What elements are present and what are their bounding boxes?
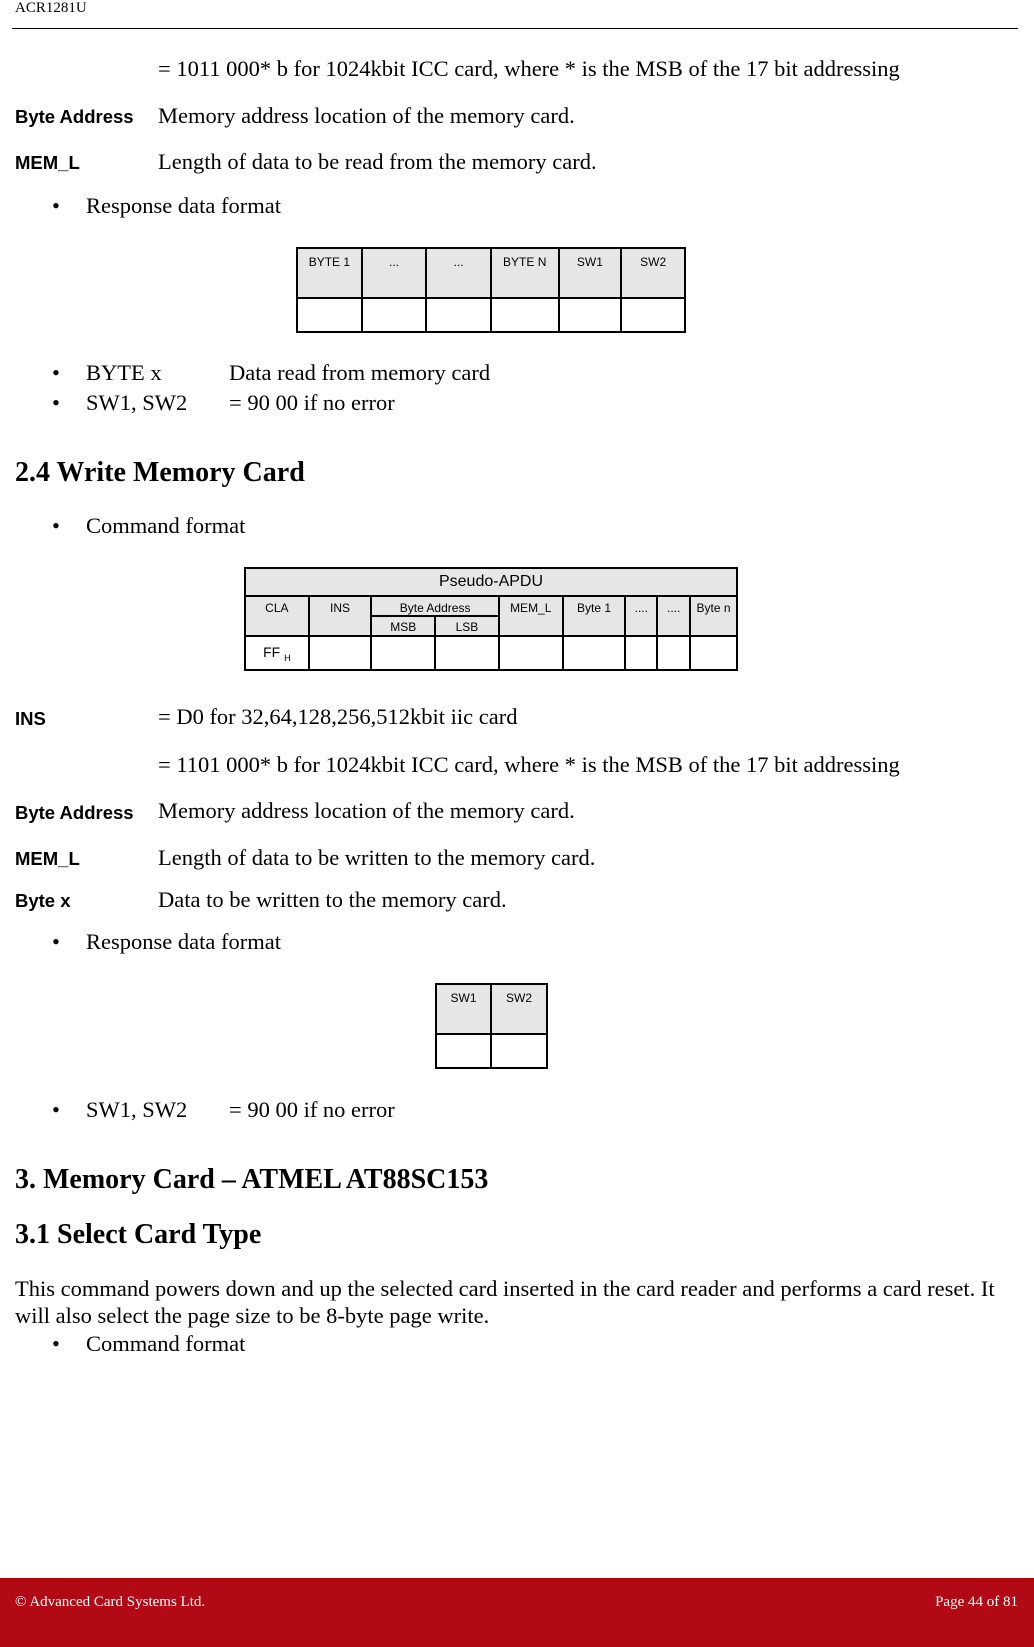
table-cell xyxy=(497,635,564,671)
bullet-icon: • xyxy=(52,1097,60,1122)
section-heading: 3. Memory Card – ATMEL AT88SC153 xyxy=(15,1164,489,1195)
def-desc: Memory address location of the memory ca… xyxy=(158,798,575,823)
document-header-title: ACR1281U xyxy=(15,0,87,16)
table-subheader-cell: MSB xyxy=(370,615,437,637)
table-header-cell: ... xyxy=(425,247,492,299)
response-item-term: BYTE x xyxy=(86,360,162,385)
table-cell xyxy=(557,297,623,333)
table-header-cell: SW1 xyxy=(557,247,623,299)
def-term: Byte x xyxy=(15,890,71,911)
table-header-cell: BYTE N xyxy=(489,247,560,299)
table-header-cell: .... xyxy=(624,595,659,637)
response-item-desc: = 90 00 if no error xyxy=(229,1097,395,1122)
header-divider xyxy=(12,28,1018,29)
cla-value-cell: FF H xyxy=(244,635,310,671)
description-paragraph: This command powers down and up the sele… xyxy=(15,1276,995,1328)
table-header-cell: CLA xyxy=(244,595,310,637)
table-cell xyxy=(425,297,492,333)
def-desc: Memory address location of the memory ca… xyxy=(158,103,575,128)
def-term: MEM_L xyxy=(15,152,80,173)
table-cell xyxy=(624,635,659,671)
table-header-cell: SW1 xyxy=(434,983,493,1035)
table-cell xyxy=(489,297,560,333)
def-desc: Length of data to be read from the memor… xyxy=(158,149,597,174)
table-subheader-cell: LSB xyxy=(434,615,500,637)
def-desc: Length of data to be written to the memo… xyxy=(158,845,596,870)
table-cell xyxy=(656,635,692,671)
section-heading: 2.4 Write Memory Card xyxy=(15,457,305,488)
read-response-table: BYTE 1 ... ... BYTE N SW1 SW2 xyxy=(296,247,686,333)
table-cell xyxy=(434,635,500,671)
cla-hex-suffix: H xyxy=(284,652,291,663)
bullet-icon: • xyxy=(52,390,60,415)
table-cell xyxy=(561,635,627,671)
response-item-term: SW1, SW2 xyxy=(86,1097,188,1122)
table-title: Pseudo-APDU xyxy=(244,567,738,597)
table-header-cell: Byte 1 xyxy=(561,595,627,637)
write-command-table: Pseudo-APDU CLA INS Byte Address MEM_L B… xyxy=(244,567,738,671)
def-term: MEM_L xyxy=(15,848,80,869)
bullet-icon: • xyxy=(52,1331,60,1356)
def-desc: Data to be written to the memory card. xyxy=(158,887,507,912)
command-format-bullet: Command format xyxy=(86,513,246,538)
table-header-cell: Byte n xyxy=(689,595,738,637)
response-item-desc: Data read from memory card xyxy=(229,360,491,385)
bullet-icon: • xyxy=(52,360,60,385)
table-cell xyxy=(620,297,686,333)
table-cell xyxy=(360,297,428,333)
cla-value: FF xyxy=(263,643,281,660)
table-header-cell: MEM_L xyxy=(497,595,564,637)
table-header-cell: BYTE 1 xyxy=(296,247,363,299)
command-format-bullet: Command format xyxy=(86,1331,246,1356)
table-header-cell: .... xyxy=(656,595,692,637)
def-term: INS xyxy=(15,708,46,729)
footer-page-number: Page 44 of 81 xyxy=(935,1594,1018,1610)
response-item-term: SW1, SW2 xyxy=(86,390,188,415)
table-header-cell: SW2 xyxy=(620,247,686,299)
table-header-cell: Byte Address xyxy=(370,595,500,617)
subsection-heading: 3.1 Select Card Type xyxy=(15,1219,262,1250)
table-cell xyxy=(307,635,373,671)
def-term: Byte Address xyxy=(15,106,134,127)
table-cell xyxy=(296,297,363,333)
response-format-bullet: Response data format xyxy=(86,193,281,218)
bullet-icon: • xyxy=(52,193,60,218)
ins-continuation: = 1011 000* b for 1024kbit ICC card, whe… xyxy=(158,56,900,81)
footer-copyright: © Advanced Card Systems Ltd. xyxy=(15,1594,206,1610)
table-header-cell: INS xyxy=(307,595,373,637)
response-item-desc: = 90 00 if no error xyxy=(229,390,395,415)
table-cell xyxy=(689,635,738,671)
table-cell xyxy=(370,635,437,671)
table-cell xyxy=(490,1033,548,1069)
response-format-bullet: Response data format xyxy=(86,929,281,954)
bullet-icon: • xyxy=(52,929,60,954)
def-desc: = D0 for 32,64,128,256,512kbit iic card xyxy=(158,704,518,729)
table-cell xyxy=(434,1033,493,1069)
page-footer: © Advanced Card Systems Ltd. Page 44 of … xyxy=(0,1578,1034,1647)
def-desc: = 1101 000* b for 1024kbit ICC card, whe… xyxy=(158,752,900,777)
table-header-cell: ... xyxy=(360,247,428,299)
write-response-table: SW1 SW2 xyxy=(434,983,548,1069)
bullet-icon: • xyxy=(52,513,60,538)
table-header-cell: SW2 xyxy=(490,983,548,1035)
def-term: Byte Address xyxy=(15,802,134,823)
